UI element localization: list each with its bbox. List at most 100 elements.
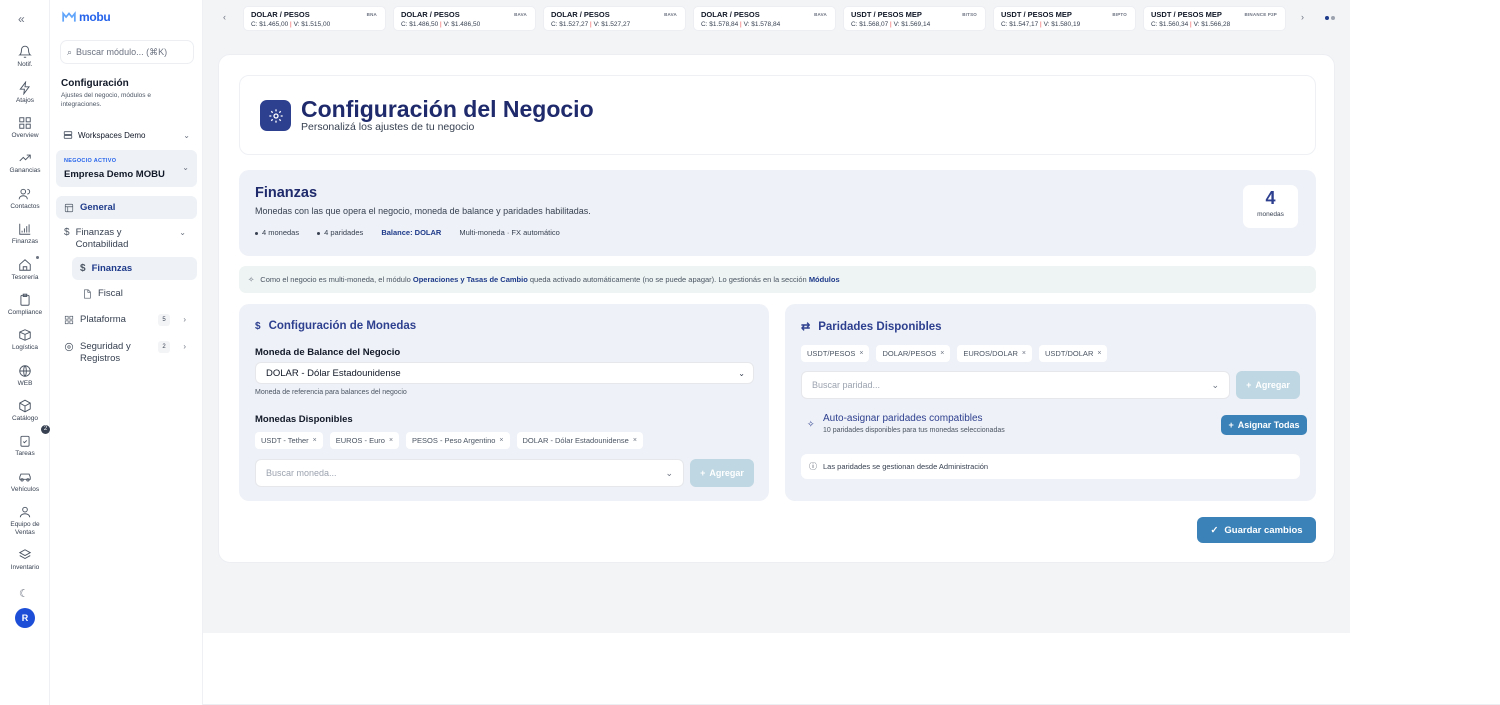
nav-fiscal[interactable]: Fiscal — [82, 288, 192, 299]
add-pair-button[interactable]: + Agregar — [1236, 371, 1300, 399]
nav-plataforma[interactable]: Plataforma 5 › — [64, 314, 190, 326]
tasks-count-badge: 2 — [41, 425, 50, 434]
rail-item-finanzas[interactable]: Finanzas — [0, 222, 50, 246]
rate-separator: | — [290, 21, 292, 28]
rate-separator: | — [590, 21, 592, 28]
rail-item-compliance[interactable]: Compliance — [0, 293, 50, 317]
layers-icon — [0, 548, 50, 562]
rail-label: Inventario — [10, 564, 40, 571]
rail-label: Logística — [11, 344, 39, 351]
close-icon[interactable]: × — [313, 437, 317, 444]
nav-finanzas[interactable]: $ Finanzas — [72, 257, 197, 280]
rate-pair: DOLAR / PESOS — [401, 10, 460, 19]
rail-item-catalogo[interactable]: Catálogo — [0, 399, 50, 423]
clipboard-check-icon — [0, 434, 50, 448]
balance-currency-hint: Moneda de referencia para balances del n… — [255, 389, 407, 396]
balance-currency-select[interactable]: DOLAR - Dólar Estadounidense ⌄ — [255, 362, 754, 384]
add-currency-label: Agregar — [709, 468, 744, 478]
chevron-right-icon[interactable]: › — [1301, 12, 1304, 22]
rail-item-vehiculos[interactable]: Vehículos — [0, 470, 50, 494]
moon-icon[interactable]: ☾ — [19, 587, 29, 600]
rate-separator: | — [440, 21, 442, 28]
add-pair-label: Agregar — [1255, 380, 1290, 390]
monedas-count-value: 4 — [1265, 188, 1276, 208]
rail-item-ganancias[interactable]: Ganancias — [0, 151, 50, 175]
rate-ticker-card[interactable]: DOLAR / PESOS BAVA C: $1.527,27 | V: $1.52… — [543, 6, 686, 31]
assign-all-button[interactable]: + Asignar Todas — [1221, 415, 1307, 435]
nav-finanzas-contabilidad[interactable]: $ Finanzas y Contabilidad ⌄ — [64, 227, 190, 251]
rail-item-atajos[interactable]: Atajos — [0, 80, 50, 105]
nav-seguridad[interactable]: Seguridad y Registros 2 › — [64, 341, 190, 365]
rate-buy: C: $1.560,34 — [1151, 21, 1189, 28]
chevron-down-icon: ⌄ — [665, 468, 673, 478]
pair-tags: USDT/PESOS × DOLAR/PESOS × EUROS/DOLAR × US… — [801, 345, 1108, 362]
monedas-count-box: 4 monedas — [1243, 185, 1298, 228]
rail-item-inventario[interactable]: Inventario — [0, 548, 50, 572]
rate-source: BITSO — [962, 12, 977, 17]
logo[interactable]: mobu — [62, 10, 111, 24]
auto-assign-subtitle: 10 paridades disponibles para tus moneda… — [823, 427, 1005, 434]
workspace-selector[interactable]: Workspaces Demo ⌄ — [63, 130, 190, 140]
pair-search-input[interactable]: Buscar paridad... ⌄ — [801, 371, 1230, 399]
rail-label: Catálogo — [11, 415, 39, 422]
rate-pair: USDT / PESOS MEP — [851, 10, 922, 19]
rate-ticker-card[interactable]: USDT / PESOS MEP BINANCE P2P C: $1.560,34 … — [1143, 6, 1286, 31]
close-icon[interactable]: × — [1097, 350, 1101, 357]
close-icon[interactable]: × — [499, 437, 503, 444]
rate-separator: | — [1040, 21, 1042, 28]
rail-item-logistica[interactable]: Logística — [0, 328, 50, 352]
rate-ticker-card[interactable]: DOLAR / PESOS BAVA C: $1.578,84 | V: $1.57… — [693, 6, 836, 31]
rate-ticker-card[interactable]: USDT / PESOS MEP BIPTO C: $1.547,17 | V: $… — [993, 6, 1136, 31]
rail-item-notif[interactable]: Notif. — [0, 45, 50, 69]
currency-tag: USDT - Tether × — [255, 432, 323, 449]
dollar-icon: $ — [255, 320, 261, 332]
rate-source: BNA — [366, 12, 377, 17]
rail-label: Vehículos — [10, 486, 40, 493]
info-module-link[interactable]: Operaciones y Tasas de Cambio — [413, 275, 528, 284]
close-icon[interactable]: × — [389, 437, 393, 444]
currency-search-input[interactable]: Buscar moneda... ⌄ — [255, 459, 684, 487]
chevron-left-icon[interactable]: ‹ — [223, 12, 226, 22]
close-icon[interactable]: × — [633, 437, 637, 444]
rail-item-tesoreria[interactable]: Tesorería — [0, 258, 50, 282]
rate-pair: DOLAR / PESOS — [251, 10, 310, 19]
rail-item-equipo[interactable]: Equipo de Ventas — [0, 505, 50, 536]
currency-search-placeholder: Buscar moneda... — [266, 468, 337, 478]
rail-item-contactos[interactable]: Contactos — [0, 187, 50, 211]
close-icon[interactable]: × — [1022, 350, 1026, 357]
finanzas-title: Finanzas — [255, 185, 318, 201]
available-currencies-label: Monedas Disponibles — [255, 414, 353, 425]
server-icon — [63, 131, 73, 139]
avatar[interactable]: R — [15, 608, 35, 628]
rate-ticker-card[interactable]: DOLAR / PESOS BAVA C: $1.486,50 | V: $1.48… — [393, 6, 536, 31]
rate-ticker-card[interactable]: USDT / PESOS MEP BITSO C: $1.568,07 | V: $… — [843, 6, 986, 31]
info-section-link[interactable]: Módulos — [809, 275, 840, 284]
rate-buy: C: $1.527,27 — [551, 21, 589, 28]
rail-item-web[interactable]: WEB — [0, 364, 50, 388]
search-icon: ⌕ — [67, 46, 73, 57]
pair-tag: USDT/DOLAR × — [1039, 345, 1108, 362]
save-changes-button[interactable]: ✓ Guardar cambios — [1197, 517, 1316, 543]
rail-item-tareas[interactable]: Tareas — [0, 434, 50, 458]
rail-item-overview[interactable]: Overview — [0, 116, 50, 140]
rail-label: Equipo de Ventas — [10, 521, 40, 536]
page-title: Configuración del Negocio — [301, 96, 594, 122]
users-icon — [0, 187, 50, 201]
pair-tag: DOLAR/PESOS × — [876, 345, 951, 362]
ticker-pagination[interactable] — [1325, 16, 1335, 20]
close-icon[interactable]: × — [859, 350, 863, 357]
nav-general[interactable]: General — [56, 196, 197, 219]
active-business-selector[interactable]: NEGOCIO ACTIVO Empresa Demo MOBU ⌄ — [56, 150, 197, 187]
rate-prices: C: $1.578,84 | V: $1.578,84 — [701, 21, 780, 28]
collapse-icon[interactable]: « — [18, 12, 25, 26]
rail-label: Atajos — [15, 97, 35, 104]
chevron-down-icon: ⌄ — [738, 369, 745, 378]
close-icon[interactable]: × — [940, 350, 944, 357]
shield-icon — [64, 342, 74, 352]
add-currency-button[interactable]: + Agregar — [690, 459, 754, 487]
plus-icon: + — [1228, 420, 1234, 430]
rate-ticker-card[interactable]: DOLAR / PESOS BNA C: $1.465,00 | V: $1.515… — [243, 6, 386, 31]
module-search-input[interactable]: ⌕ Buscar módulo... (⌘K) — [60, 40, 194, 64]
home-icon — [0, 258, 50, 272]
swap-icon: ⇄ — [801, 321, 811, 333]
